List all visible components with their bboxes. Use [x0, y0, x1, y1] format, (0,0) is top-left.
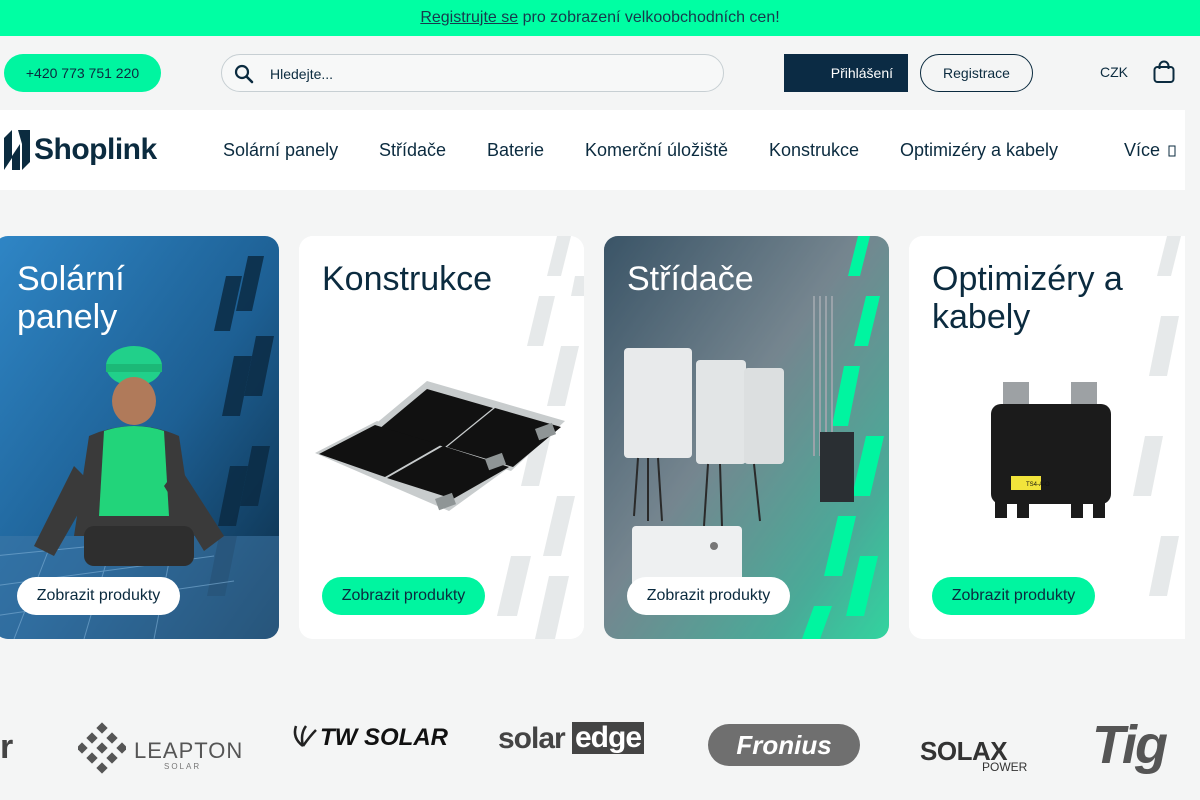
shopping-bag-icon[interactable]	[1153, 60, 1175, 84]
card-title: Optimizéry a kabely	[932, 260, 1123, 336]
login-button[interactable]: Přihlášení	[784, 54, 908, 92]
nav-item-structures[interactable]: Konstrukce	[769, 140, 859, 161]
brand-logo-solax[interactable]: SOLAX POWER	[920, 736, 1040, 776]
brand-logo-tigo[interactable]: Tig	[1092, 714, 1168, 776]
announcement-text: pro zobrazení velkoobchodních cen!	[522, 9, 780, 26]
brand-logo-fronius[interactable]: Fronius	[708, 724, 860, 766]
currency-selector[interactable]: CZK	[1100, 64, 1128, 80]
brand-logo-leapton[interactable]: LEAPTON SOLAR	[78, 722, 242, 778]
solax-sub: POWER	[982, 760, 1028, 774]
announcement-bar: Registrujte se pro zobrazení velkoobchod…	[0, 0, 1200, 36]
card-title: Konstrukce	[322, 260, 493, 298]
nav-item-inverters[interactable]: Střídače	[379, 140, 446, 161]
brand-logo-twsolar[interactable]: TW SOLAR	[288, 724, 448, 754]
header: +420 773 751 220 Přihlášení Registrace C…	[0, 36, 1200, 110]
phone-button[interactable]: +420 773 751 220	[4, 54, 161, 92]
solaredge-text-a: solar	[498, 722, 566, 755]
register-link[interactable]: Registrujte se	[420, 9, 518, 27]
search-box[interactable]	[221, 54, 724, 92]
shoplink-logo-icon	[4, 130, 30, 170]
chevron-down-icon	[1168, 145, 1176, 157]
nav-item-commercial-storage[interactable]: Komerční úložiště	[585, 140, 728, 161]
view-products-button[interactable]: Zobrazit produkty	[627, 577, 790, 615]
leapton-mark-icon	[78, 722, 126, 774]
card-title: Solární panely	[17, 260, 125, 336]
view-products-button[interactable]: Zobrazit produkty	[17, 577, 180, 615]
category-card-structures[interactable]: Konstrukce Zobrazit produkty	[299, 236, 584, 639]
category-card-inverters[interactable]: Střídače Zobrazit produkty	[604, 236, 889, 639]
search-icon	[234, 64, 254, 84]
fronius-text: Fronius	[736, 729, 832, 760]
solaredge-text-b: edge	[572, 722, 645, 754]
view-products-button[interactable]: Zobrazit produkty	[322, 577, 485, 615]
nav-item-more[interactable]: Více	[1124, 140, 1176, 161]
nav-more-label: Více	[1124, 140, 1161, 160]
nav-item-solar-panels[interactable]: Solární panely	[223, 140, 338, 161]
nav-item-batteries[interactable]: Baterie	[487, 140, 544, 161]
shoplink-logo[interactable]: Shoplink	[4, 130, 164, 170]
card-title: Střídače	[627, 260, 754, 298]
twsolar-text: TW SOLAR	[320, 724, 448, 751]
main-nav: Shoplink Solární panely Střídače Baterie…	[0, 110, 1185, 190]
logo-text: Shoplink	[34, 133, 157, 166]
view-products-button[interactable]: Zobrazit produkty	[932, 577, 1095, 615]
leapton-text: LEAPTON	[134, 738, 244, 763]
search-input[interactable]	[270, 63, 710, 85]
brand-logo-partial[interactable]: r	[0, 728, 13, 767]
brand-logo-solaredge[interactable]: solar edge	[498, 722, 658, 758]
category-card-solar-panels[interactable]: Solární panely Zobrazit produkty	[0, 236, 279, 639]
twsolar-mark-icon	[293, 725, 317, 748]
optimizer-label: TS4-A-O	[1026, 482, 1050, 488]
category-cards: Solární panely Zobrazit produkty Konstru…	[0, 236, 1200, 639]
nav-item-optimizers-cables[interactable]: Optimizéry a kabely	[900, 140, 1058, 161]
category-card-optimizers-cables[interactable]: TS4-A-O Optimizéry a kabely Zobrazit pro…	[909, 236, 1185, 639]
brand-logos-strip: r LEAPTON SOLAR TW SOLAR solar edge Fron…	[0, 700, 1200, 800]
register-button[interactable]: Registrace	[920, 54, 1033, 92]
leapton-sub: SOLAR	[164, 762, 202, 771]
